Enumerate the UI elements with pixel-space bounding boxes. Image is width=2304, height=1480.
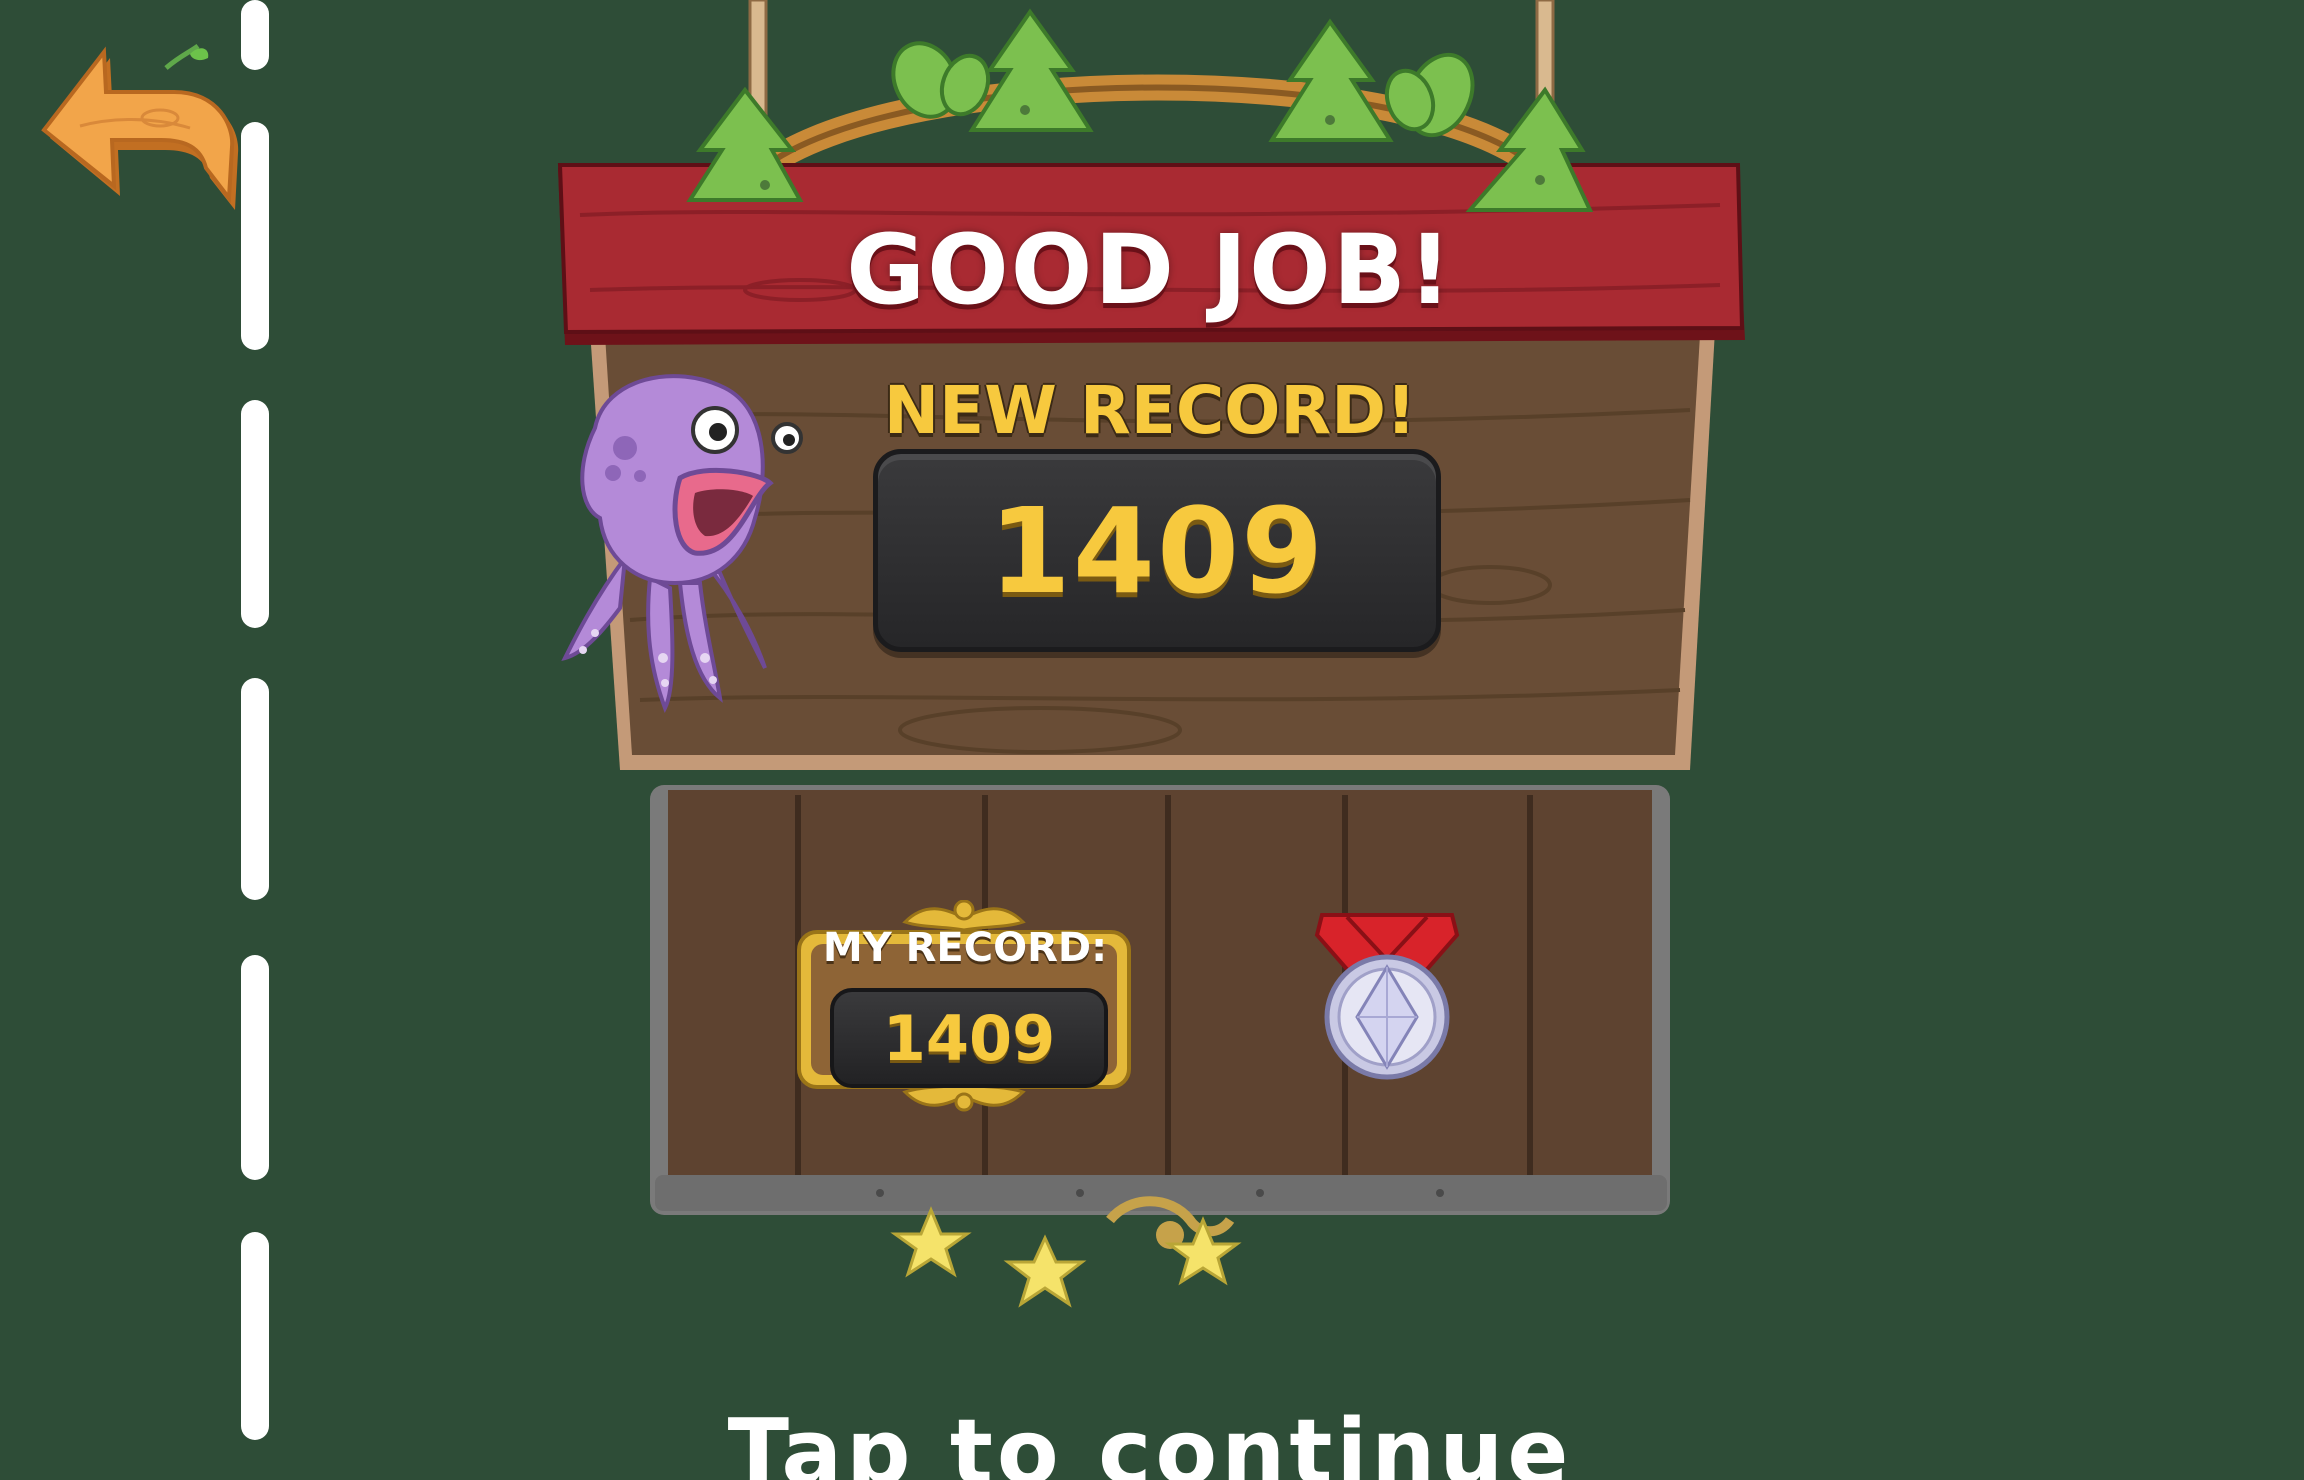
my-record-display: 1409 — [830, 988, 1108, 1088]
star-icon — [1164, 1216, 1242, 1286]
results-screen: GOOD JOB! NEW RECORD! 1409 MY RECORD: 14… — [0, 0, 2304, 1480]
silver-diamond-medal-icon — [1314, 913, 1460, 1080]
score-value: 1409 — [988, 481, 1326, 620]
my-record-value: 1409 — [882, 1001, 1056, 1075]
score-display: 1409 — [873, 449, 1441, 652]
my-record-label: MY RECORD: — [822, 925, 1108, 971]
star-icon — [890, 1206, 972, 1278]
new-record-label: NEW RECORD! — [883, 371, 1417, 449]
tap-to-continue-text[interactable]: Tap to continue — [700, 1400, 1600, 1480]
star-icon — [1003, 1234, 1087, 1308]
star-rating — [890, 1206, 1242, 1308]
title-good-job: GOOD JOB! — [846, 214, 1454, 326]
